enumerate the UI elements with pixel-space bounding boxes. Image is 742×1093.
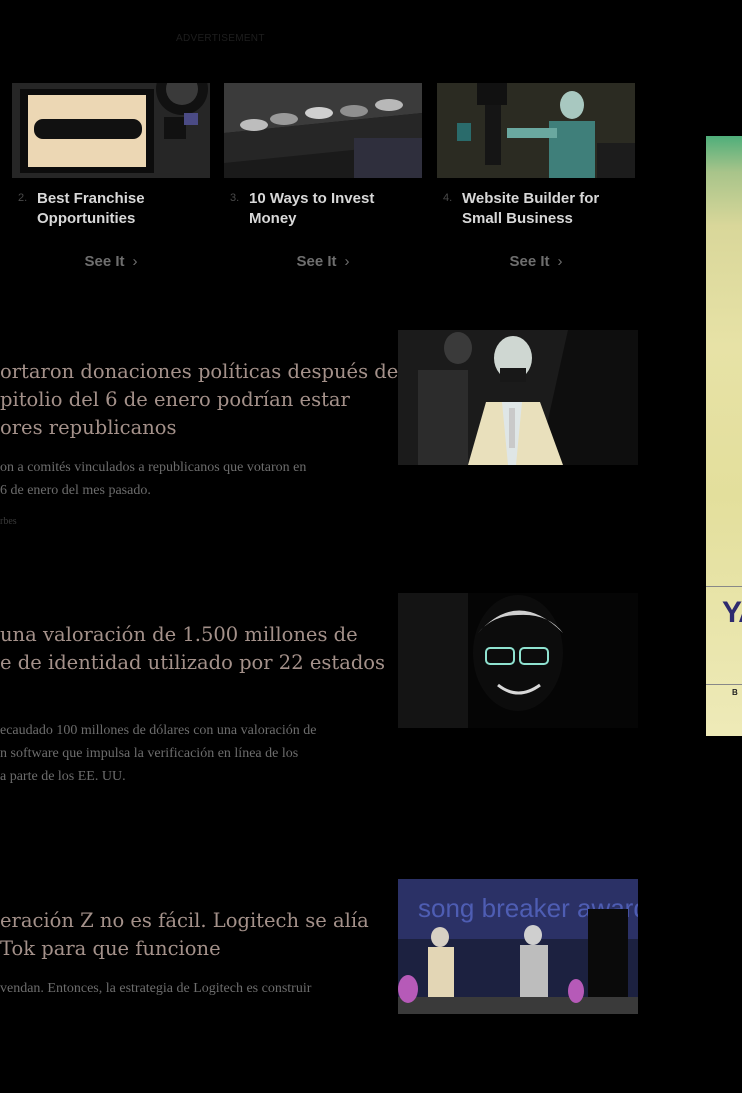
sponsored-card-franchise[interactable]: 2. Best Franchise Opportunities See It › [12,83,210,270]
presenter-image [437,83,635,178]
article-image[interactable] [398,593,638,728]
awards-stage-photo: song breaker awards [398,879,638,1014]
summary-line: a parte de los EE. UU. [0,769,126,784]
ad-divider [706,684,742,685]
see-it-label: See It [509,253,550,270]
see-it-button[interactable]: See It › [12,253,210,270]
chevron-right-icon: › [344,253,350,270]
headline-line: e de identidad utilizado por 22 estados [0,651,386,674]
sponsored-number: 4. [443,192,453,204]
franchise-thumbnail[interactable] [12,83,210,178]
summary-line: 6 de enero del mes pasado. [0,483,151,498]
article-image[interactable]: song breaker awards [398,879,638,1014]
article-headline[interactable]: una valoración de 1.500 millones de e de… [0,621,386,677]
article-summary: ecaudado 100 millones de dólares con una… [0,719,380,788]
chevron-right-icon: › [132,253,138,270]
see-it-button[interactable]: See It › [437,253,635,270]
sponsored-title[interactable]: 10 Ways to Invest Money [249,189,424,229]
headline-line: Tok para que funcione [0,937,221,960]
see-it-label: See It [296,253,337,270]
sponsored-title[interactable]: Website Builder for Small Business [462,189,637,229]
sponsored-title[interactable]: Best Franchise Opportunities [37,189,212,229]
sponsored-number: 3. [230,192,240,204]
article-summary: vendan. Entonces, la estrategia de Logit… [0,977,380,1000]
headline-line: pitolio del 6 de enero podrían estar [0,388,350,411]
headline-line: ores republicanos [0,416,177,439]
portrait-photo [398,593,638,728]
article-summary: on a comités vinculados a republicanos q… [0,456,380,502]
see-it-label: See It [84,253,125,270]
headline-line: eración Z no es fácil. Logitech se alía [0,909,369,932]
coins-image [224,83,422,178]
summary-line: vendan. Entonces, la estrategia de Logit… [0,981,312,996]
chevron-right-icon: › [557,253,563,270]
article-headline[interactable]: ortaron donaciones políticas después de … [0,358,399,442]
see-it-button[interactable]: See It › [224,253,422,270]
politician-photo [398,330,638,465]
ad-divider [706,586,742,587]
summary-line: n software que impulsa la verificación e… [0,746,299,761]
franchise-image [12,83,210,178]
advertisement-label: ADVERTISEMENT [176,33,265,44]
ad-headline: YA [722,596,742,629]
article-headline[interactable]: eración Z no es fácil. Logitech se alía … [0,907,380,963]
website-builder-thumbnail[interactable] [437,83,635,178]
invest-thumbnail[interactable] [224,83,422,178]
sponsored-number: 2. [18,192,28,204]
summary-line: ecaudado 100 millones de dólares con una… [0,723,317,738]
sponsored-card-website-builder[interactable]: 4. Website Builder for Small Business Se… [437,83,635,270]
side-advertisement[interactable]: YA B [706,136,742,736]
headline-line: ortaron donaciones políticas después de [0,360,399,383]
article-byline[interactable]: rbes [0,516,17,527]
ad-small-text: B [732,688,738,697]
article-image[interactable] [398,330,638,465]
sponsored-card-invest[interactable]: 3. 10 Ways to Invest Money See It › [224,83,422,270]
summary-line: on a comités vinculados a republicanos q… [0,460,307,475]
headline-line: una valoración de 1.500 millones de [0,623,358,646]
